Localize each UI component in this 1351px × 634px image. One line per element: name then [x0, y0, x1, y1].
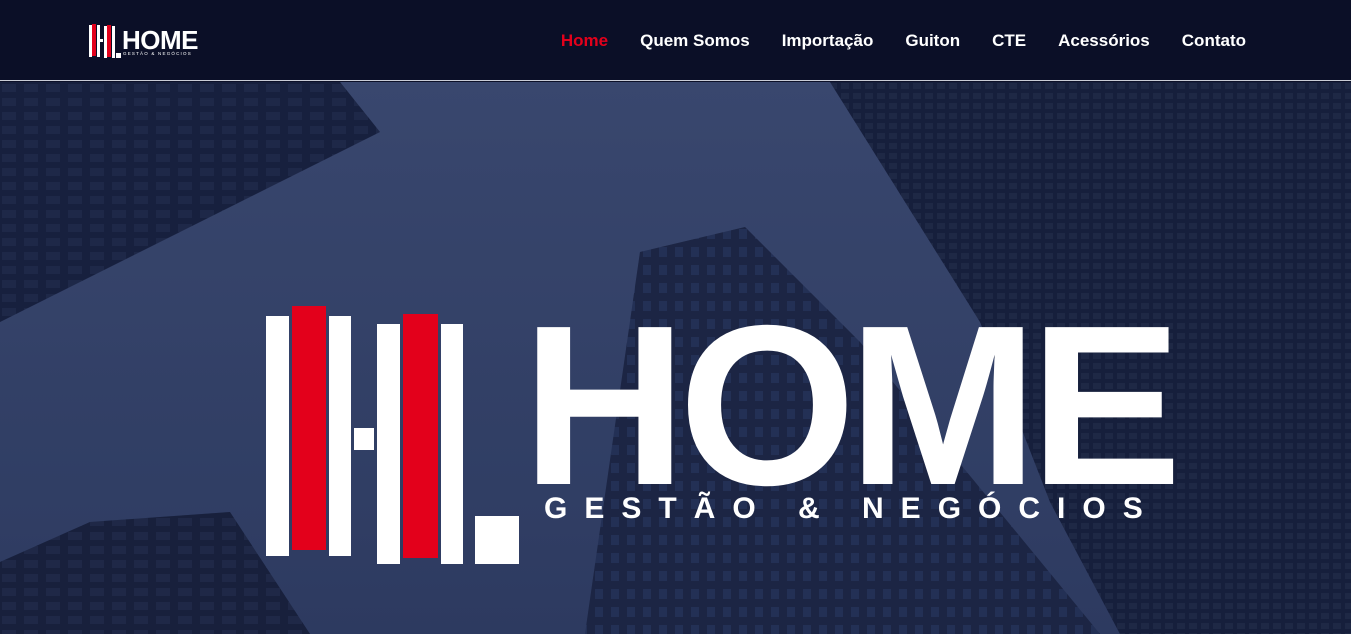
top-navbar: HOME GESTÃO & NEGÓCIOS Home Quem Somos I…: [0, 0, 1351, 81]
nav-item-importacao[interactable]: Importação: [782, 31, 874, 51]
hero-logo-word: HOME: [522, 279, 1182, 533]
nav-item-acessorios[interactable]: Acessórios: [1058, 31, 1150, 51]
hero-banner: HOME GESTÃO & NEGÓCIOS: [0, 82, 1351, 634]
logo-mark-icon: [89, 24, 121, 58]
hero-logo-tagline: GESTÃO & NEGÓCIOS: [544, 492, 1160, 525]
hero-logo-mark-icon: [266, 306, 519, 564]
nav-item-cte[interactable]: CTE: [992, 31, 1026, 51]
nav-item-quem-somos[interactable]: Quem Somos: [640, 31, 750, 51]
header-logo-tagline: GESTÃO & NEGÓCIOS: [123, 51, 192, 56]
nav-item-contato[interactable]: Contato: [1182, 31, 1246, 51]
nav-item-guiton[interactable]: Guiton: [905, 31, 960, 51]
nav-item-home[interactable]: Home: [561, 31, 608, 51]
main-nav: Home Quem Somos Importação Guiton CTE Ac…: [561, 0, 1246, 81]
hero-logo: HOME GESTÃO & NEGÓCIOS: [264, 292, 1182, 566]
header-logo[interactable]: HOME GESTÃO & NEGÓCIOS: [88, 22, 204, 60]
